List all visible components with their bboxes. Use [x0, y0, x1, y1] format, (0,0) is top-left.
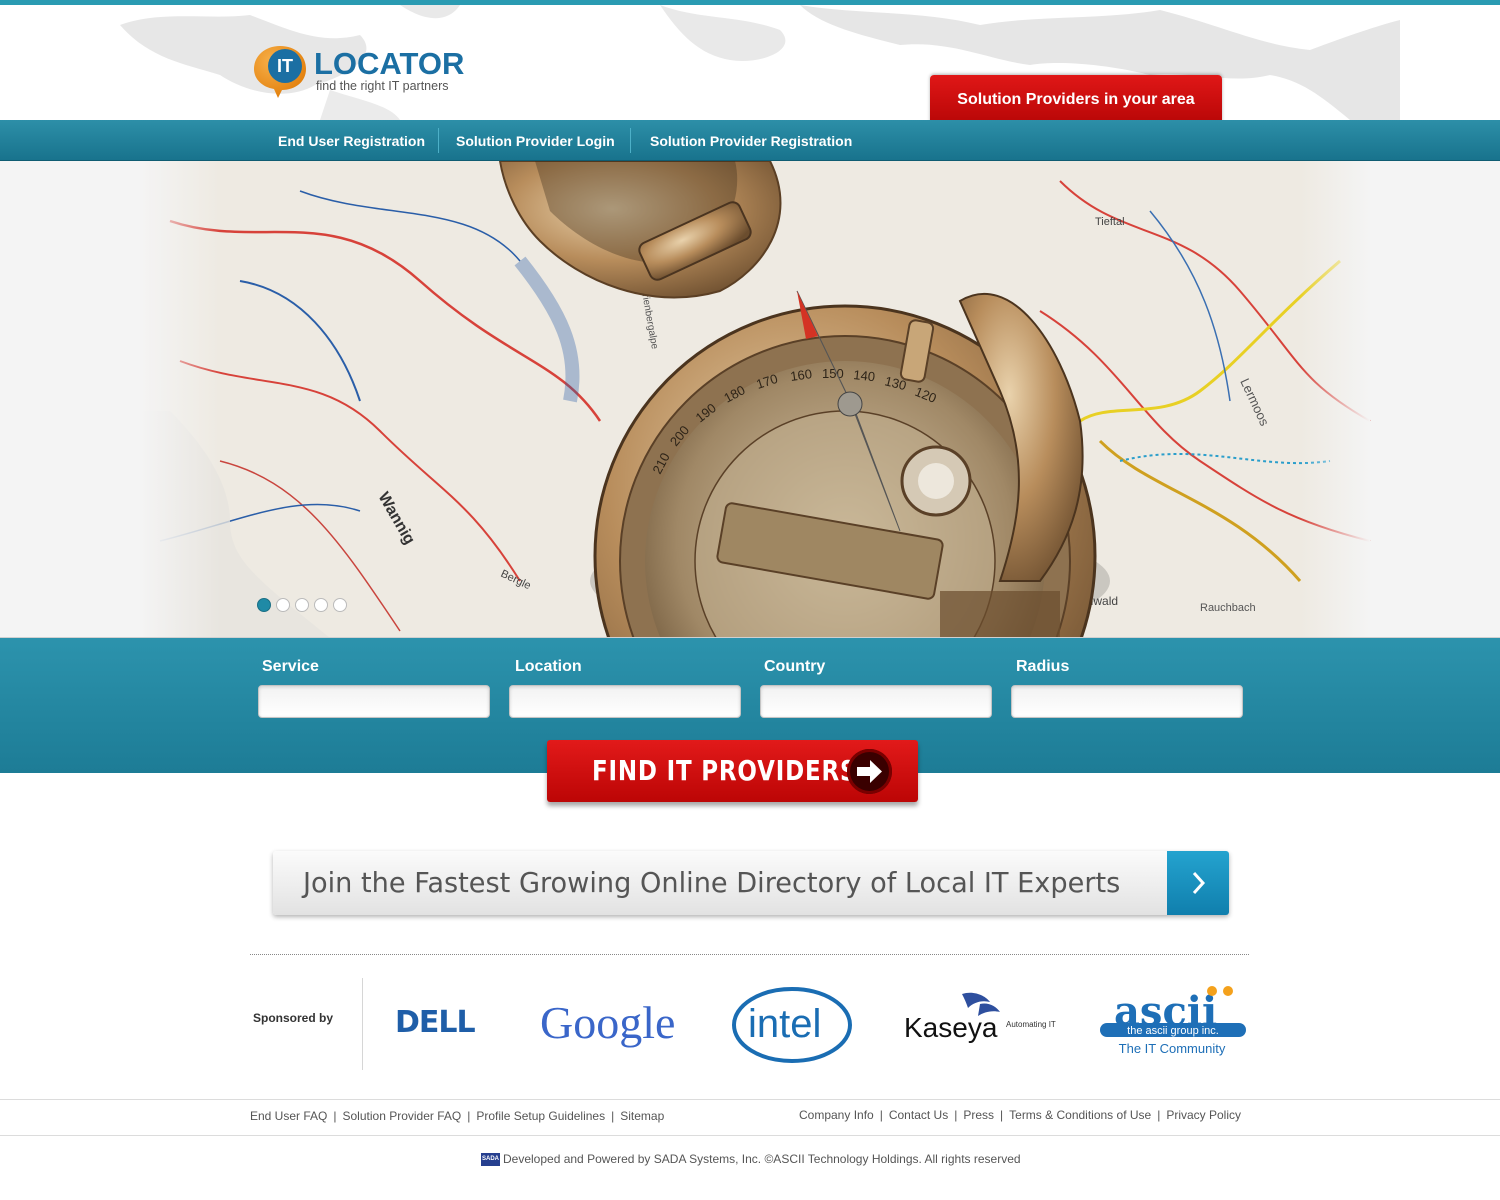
footer-link-press[interactable]: Press: [963, 1108, 994, 1122]
slider-dot[interactable]: [333, 598, 347, 612]
intel-logo-text: intel: [748, 1002, 821, 1046]
compass-mark: 160: [789, 366, 813, 384]
location-label: Location: [515, 658, 582, 675]
compass-map-image: Wannig Tieftal Schmittenwald Lermoos Mar…: [140, 161, 1371, 637]
map-label: Tieftal: [1095, 216, 1125, 228]
footer-separator: |: [333, 1109, 337, 1123]
footer-link-company-info[interactable]: Company Info: [799, 1108, 874, 1122]
footer-separator: |: [467, 1109, 471, 1123]
join-directory-text: Join the Fastest Growing Online Director…: [303, 866, 1121, 899]
join-directory-banner[interactable]: Join the Fastest Growing Online Director…: [273, 851, 1229, 915]
slider-dot[interactable]: [257, 598, 271, 612]
solution-providers-area-button[interactable]: Solution Providers in your area: [930, 75, 1222, 120]
dell-logo[interactable]: DELL: [395, 1005, 487, 1042]
service-label: Service: [262, 658, 319, 675]
site-header: IT LOCATOR find the right IT partners So…: [0, 5, 1500, 120]
it-locator-logo[interactable]: IT LOCATOR find the right IT partners: [252, 38, 472, 108]
section-divider: [250, 954, 1249, 955]
nav-end-user-registration[interactable]: End User Registration: [278, 120, 425, 161]
slider-dot[interactable]: [295, 598, 309, 612]
footer-separator: |: [879, 1108, 883, 1122]
arrow-right-icon: [847, 749, 892, 794]
copyright-text: Developed and Powered by SADA Systems, I…: [503, 1152, 1021, 1166]
footer-link-contact-us[interactable]: Contact Us: [889, 1108, 948, 1122]
logo-tagline: find the right IT partners: [316, 79, 449, 93]
footer-bottom-border: [0, 1135, 1500, 1136]
find-it-providers-button[interactable]: FIND IT PROVIDERS: [547, 740, 918, 802]
radius-input[interactable]: [1011, 685, 1243, 718]
footer-link-privacy-policy[interactable]: Privacy Policy: [1166, 1108, 1241, 1122]
country-input[interactable]: [760, 685, 992, 718]
ascii-tagline: The IT Community: [1119, 1041, 1226, 1056]
slider-dot[interactable]: [276, 598, 290, 612]
google-logo-text: Google: [540, 997, 675, 1048]
logo-mark-text: IT: [277, 56, 293, 76]
ascii-logo[interactable]: ascii the ascii group inc. The IT Commun…: [1098, 983, 1248, 1066]
kaseya-tagline: Automating IT: [1006, 1020, 1056, 1029]
footer-separator: |: [954, 1108, 958, 1122]
footer-link-end-user-faq[interactable]: End User FAQ: [250, 1109, 327, 1123]
compass-mark: 140: [853, 367, 876, 384]
dell-logo-text: DELL: [395, 1005, 476, 1037]
nav-divider: [438, 128, 439, 153]
footer-top-border: [0, 1099, 1500, 1100]
footer-separator: |: [1157, 1108, 1161, 1122]
slider-dot[interactable]: [314, 598, 328, 612]
logo-word: LOCATOR: [314, 46, 465, 81]
country-label: Country: [764, 658, 826, 675]
find-it-providers-label: FIND IT PROVIDERS: [592, 754, 858, 787]
sponsored-by-label: Sponsored by: [253, 1011, 334, 1025]
kaseya-logo-text: Kaseya: [904, 1012, 998, 1043]
service-input[interactable]: [258, 685, 490, 718]
footer-separator: |: [1000, 1108, 1004, 1122]
hero-slider: Wannig Tieftal Schmittenwald Lermoos Mar…: [0, 161, 1500, 638]
kaseya-logo[interactable]: Kaseya Automating IT: [904, 990, 1064, 1053]
copyright-notice: SADA Developed and Powered by SADA Syste…: [481, 1152, 1021, 1166]
chevron-right-icon: [1167, 851, 1229, 915]
map-label: Rauchbach: [1200, 602, 1256, 614]
speech-bubble-logo-icon: IT: [254, 46, 306, 98]
footer-link-profile-setup-guidelines[interactable]: Profile Setup Guidelines: [476, 1109, 605, 1123]
nav-solution-provider-registration[interactable]: Solution Provider Registration: [650, 120, 852, 161]
location-input[interactable]: [509, 685, 741, 718]
footer-link-terms[interactable]: Terms & Conditions of Use: [1009, 1108, 1151, 1122]
sponsor-divider: [362, 978, 363, 1070]
slider-pagination: [257, 598, 347, 612]
main-nav: End User Registration Solution Provider …: [0, 120, 1500, 161]
footer-link-solution-provider-faq[interactable]: Solution Provider FAQ: [343, 1109, 462, 1123]
footer-link-sitemap[interactable]: Sitemap: [620, 1109, 664, 1123]
footer-separator: |: [611, 1109, 615, 1123]
ascii-subtitle: the ascii group inc.: [1127, 1025, 1219, 1037]
sada-badge-icon: SADA: [481, 1152, 500, 1166]
footer-right-links: Company Info | Contact Us | Press | Terms & Co…: [799, 1108, 1241, 1122]
compass-mark: 150: [822, 366, 844, 381]
nav-solution-provider-login[interactable]: Solution Provider Login: [456, 120, 615, 161]
intel-logo[interactable]: intel: [730, 983, 854, 1070]
radius-label: Radius: [1016, 658, 1070, 675]
footer-left-links: End User FAQ | Solution Provider FAQ | Profi…: [250, 1109, 664, 1123]
nav-divider: [630, 128, 631, 153]
google-logo[interactable]: Google: [538, 992, 688, 1059]
